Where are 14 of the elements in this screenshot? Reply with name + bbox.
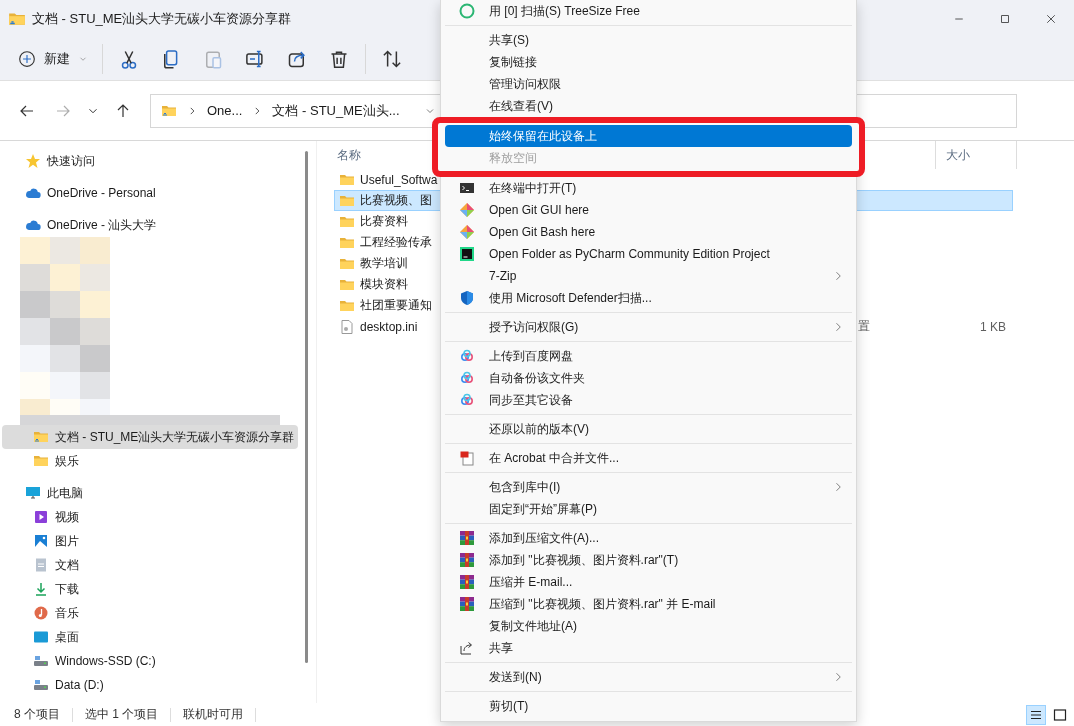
window-title: 文档 - STU_ME汕头大学无碳小车资源分享群 [32, 10, 292, 28]
file-name: 模块资料 [360, 276, 408, 293]
file-type: 置 [858, 319, 870, 333]
file-name: 教学培训 [360, 255, 408, 272]
file-name: 社团重要通知 [360, 297, 432, 314]
status-text: 选中 1 个项目 [85, 706, 159, 723]
file-size: 1 KB [980, 319, 1006, 334]
file-name: desktop.ini [360, 319, 418, 334]
file-name: 比赛视频、图 [360, 192, 432, 209]
file-name: 比赛资料 [360, 213, 408, 230]
status-text: 8 个项目 [14, 706, 60, 723]
file-name: Useful_Softwa [360, 172, 438, 187]
status-text: 联机时可用 [183, 706, 244, 723]
file-name: 工程经验传承 [360, 234, 432, 251]
